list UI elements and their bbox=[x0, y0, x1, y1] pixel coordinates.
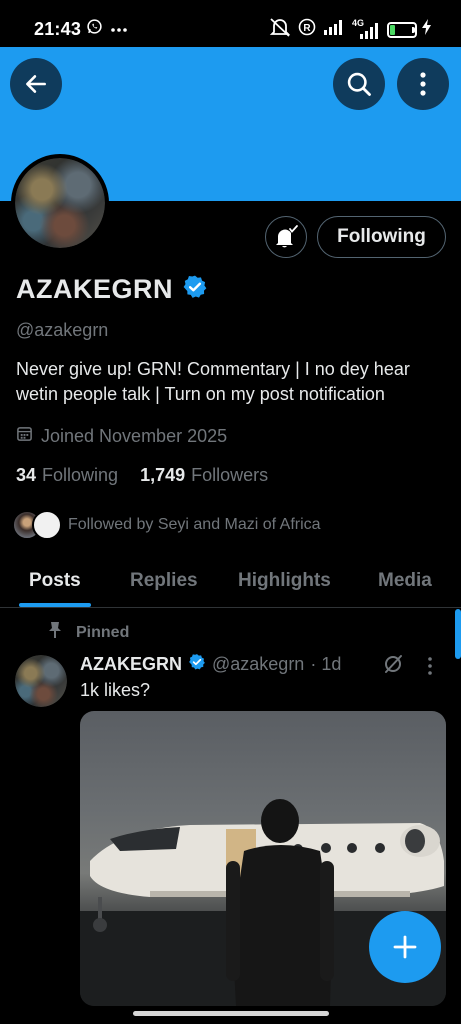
following-button[interactable]: Following bbox=[317, 216, 446, 258]
tab-replies[interactable]: Replies bbox=[130, 570, 198, 592]
more-dots-icon bbox=[111, 20, 127, 38]
following-count: 34 bbox=[16, 465, 37, 485]
grok-icon bbox=[385, 655, 402, 673]
post-more-button[interactable] bbox=[427, 656, 433, 681]
charging-icon bbox=[422, 19, 431, 40]
battery-level: 21 bbox=[395, 23, 409, 36]
more-vertical-icon bbox=[428, 657, 432, 675]
avatar-image bbox=[15, 655, 67, 707]
followed-by-row[interactable]: Followed by Seyi and Mazi of Africa bbox=[12, 510, 321, 540]
profile-avatar[interactable] bbox=[11, 154, 109, 252]
verified-badge-icon bbox=[188, 653, 206, 676]
signal-icon bbox=[323, 19, 345, 40]
joined-row: Joined November 2025 bbox=[16, 425, 227, 447]
status-right-icons: R 4G 21 bbox=[269, 17, 431, 42]
scrollbar[interactable] bbox=[455, 609, 461, 659]
signal-4g-icon: 4G bbox=[352, 18, 380, 39]
following-label: Following bbox=[42, 465, 119, 485]
post-text: 1k likes? bbox=[80, 680, 151, 700]
calendar-icon bbox=[16, 425, 33, 447]
followed-by-text: Followed by Seyi and Mazi of Africa bbox=[68, 516, 321, 533]
pinned-label-row: Pinned bbox=[48, 621, 129, 644]
avatar-image bbox=[15, 158, 105, 248]
status-bar: 21:43 R 4G 21 bbox=[0, 0, 461, 47]
followers-label: Followers bbox=[191, 465, 269, 485]
mute-icon bbox=[269, 17, 291, 42]
battery-fill bbox=[390, 24, 396, 35]
plus-icon bbox=[393, 935, 417, 959]
display-name-row: AZAKEGRN bbox=[16, 274, 208, 305]
compose-button[interactable] bbox=[369, 911, 441, 983]
tab-media[interactable]: Media bbox=[378, 570, 432, 592]
registered-icon: R bbox=[298, 18, 316, 41]
status-left-icons bbox=[86, 18, 127, 40]
post-author-avatar[interactable] bbox=[15, 655, 67, 707]
following-stat[interactable]: 34 Following bbox=[16, 465, 118, 486]
more-options-button[interactable] bbox=[397, 58, 449, 110]
status-time: 21:43 bbox=[34, 19, 82, 39]
display-name: AZAKEGRN bbox=[16, 274, 173, 304]
notifications-button[interactable] bbox=[265, 216, 307, 258]
profile-bio: Never give up! GRN! Commentary | I no de… bbox=[16, 359, 410, 404]
search-icon bbox=[347, 72, 371, 96]
grok-button[interactable] bbox=[382, 653, 404, 680]
battery-icon: 21 bbox=[387, 21, 417, 38]
post-author-handle[interactable]: @azakegrn bbox=[212, 654, 304, 675]
pin-icon bbox=[48, 621, 62, 644]
svg-text:R: R bbox=[303, 23, 311, 34]
active-tab-indicator bbox=[19, 603, 91, 607]
verified-badge-icon bbox=[182, 274, 208, 305]
tab-posts[interactable]: Posts bbox=[29, 570, 81, 592]
follower-avatar bbox=[32, 510, 62, 540]
post-header: AZAKEGRN @azakegrn · 1d bbox=[80, 653, 341, 676]
pinned-label: Pinned bbox=[76, 623, 130, 641]
whatsapp-icon bbox=[86, 18, 103, 40]
profile-handle: @azakegrn bbox=[16, 320, 109, 340]
followers-stat[interactable]: 1,749 Followers bbox=[140, 465, 268, 486]
profile-tabs: Posts Replies Highlights Media bbox=[0, 558, 461, 608]
tab-highlights[interactable]: Highlights bbox=[238, 570, 331, 592]
post-timestamp: · 1d bbox=[310, 654, 342, 674]
more-vertical-icon bbox=[420, 72, 426, 96]
arrow-left-icon bbox=[26, 75, 46, 93]
bell-check-icon bbox=[276, 225, 298, 248]
joined-date: Joined November 2025 bbox=[41, 425, 228, 446]
battery-body: 21 bbox=[387, 21, 417, 38]
search-button[interactable] bbox=[333, 58, 385, 110]
back-button[interactable] bbox=[10, 58, 62, 110]
gesture-nav-bar[interactable] bbox=[133, 1011, 329, 1016]
followers-count: 1,749 bbox=[140, 465, 186, 485]
stats-row: 34 Following 1,749 Followers bbox=[16, 465, 268, 486]
post-author-name[interactable]: AZAKEGRN bbox=[80, 654, 182, 675]
